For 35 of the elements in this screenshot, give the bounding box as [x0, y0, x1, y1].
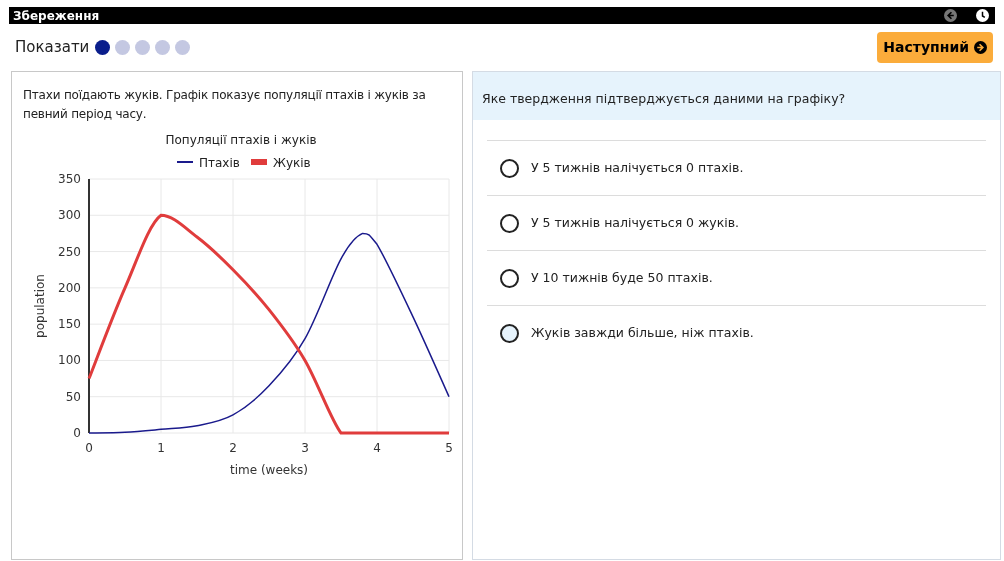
answer-option[interactable]: Жуків завжди більше, ніж птахів.: [487, 306, 986, 361]
x-axis-title: time (weeks): [229, 463, 309, 477]
radio-button[interactable]: [500, 268, 519, 288]
back-icon[interactable]: [944, 9, 957, 22]
answer-option[interactable]: У 5 тижнів налічується 0 птахів.: [487, 141, 986, 196]
y-tick-label: 50: [65, 389, 81, 404]
x-tick-label: 3: [301, 441, 309, 455]
radio-button[interactable]: [500, 324, 519, 343]
y-tick-label: 100: [58, 353, 81, 368]
y-tick-label: 300: [58, 208, 81, 223]
show-label: Показати: [15, 37, 90, 59]
answer-option[interactable]: У 10 тижнів буде 50 птахів.: [487, 251, 986, 306]
y-axis-title: population: [33, 274, 47, 338]
radio-button[interactable]: [500, 158, 519, 178]
y-tick-label: 0: [73, 426, 81, 440]
answer-option[interactable]: У 5 тижнів налічується 0 жуків.: [487, 196, 986, 251]
y-tick-label: 250: [58, 244, 81, 259]
x-tick-label: 2: [229, 441, 237, 455]
y-tick-label: 150: [58, 317, 81, 332]
radio-button[interactable]: [500, 213, 519, 233]
window-title: Збереження: [13, 9, 100, 22]
clock-icon[interactable]: [976, 9, 989, 22]
legend-label: Птахів: [199, 156, 240, 170]
x-tick-label: 0: [85, 441, 93, 455]
y-tick-label: 200: [58, 280, 81, 295]
legend-label: Жуків: [273, 156, 311, 170]
next-button[interactable]: Наступний: [877, 32, 993, 63]
passage-text: Птахи поїдають жуків. Графік показує популяції птахів і жуків за певний період часу.: [23, 87, 427, 123]
chart-title: Популяції птахів і жуків: [165, 133, 317, 147]
arrow-circle-icon: [974, 41, 987, 54]
x-tick-label: 4: [373, 441, 381, 455]
question-prompt: Яке твердження підтверджується даними на графіку?: [482, 91, 846, 106]
y-tick-label: 350: [58, 172, 81, 186]
x-tick-label: 5: [445, 441, 453, 455]
x-tick-label: 1: [157, 441, 165, 455]
